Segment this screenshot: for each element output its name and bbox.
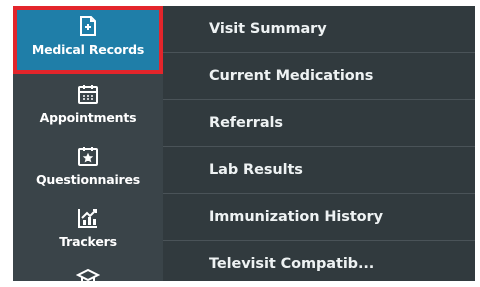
sidebar-item-label: Questionnaires: [35, 172, 141, 187]
submenu-item-referrals[interactable]: Referrals: [163, 100, 475, 147]
sidebar-item-education[interactable]: [13, 260, 163, 281]
sidebar-item-label: Trackers: [59, 234, 117, 249]
submenu-item-label: Televisit Compatib...: [209, 256, 375, 272]
submenu-item-current-medications[interactable]: Current Medications: [163, 53, 475, 100]
sidebar-item-label: Appointments: [39, 110, 137, 125]
submenu-item-label: Visit Summary: [209, 21, 327, 37]
medical-records-icon: [74, 12, 102, 40]
submenu-item-label: Current Medications: [209, 68, 374, 84]
submenu-item-televisit-compatibility[interactable]: Televisit Compatib...: [163, 241, 475, 287]
sidebar-item-questionnaires[interactable]: Questionnaires: [13, 136, 163, 198]
submenu-item-immunization-history[interactable]: Immunization History: [163, 194, 475, 241]
app-frame: Medical Records Appointments Questionnai…: [0, 0, 480, 281]
submenu-item-visit-summary[interactable]: Visit Summary: [163, 6, 475, 53]
submenu-item-label: Referrals: [209, 115, 283, 131]
sidebar-item-label: Medical Records: [31, 42, 145, 57]
medical-records-submenu: Visit Summary Current Medications Referr…: [163, 6, 475, 281]
questionnaire-icon: [74, 142, 102, 170]
sidebar-item-appointments[interactable]: Appointments: [13, 74, 163, 136]
submenu-item-lab-results[interactable]: Lab Results: [163, 147, 475, 194]
chart-tracker-icon: [74, 204, 102, 232]
graduation-cap-icon: [74, 266, 102, 281]
submenu-item-label: Lab Results: [209, 162, 303, 178]
calendar-icon: [74, 80, 102, 108]
submenu-item-label: Immunization History: [209, 209, 383, 225]
sidebar-item-medical-records[interactable]: Medical Records: [13, 6, 163, 74]
sidebar-item-trackers[interactable]: Trackers: [13, 198, 163, 260]
sidebar-nav: Medical Records Appointments Questionnai…: [13, 6, 163, 281]
right-edge-spacer: [475, 6, 480, 281]
